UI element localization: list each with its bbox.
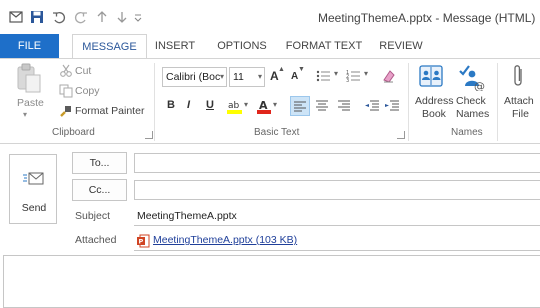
send-label: Send bbox=[21, 202, 47, 214]
subject-label: Subject bbox=[75, 210, 111, 222]
cc-field[interactable] bbox=[134, 180, 540, 200]
subject-field[interactable]: MeetingThemeA.pptx bbox=[134, 207, 540, 226]
window-title: MeetingThemeA.pptx - Message (HTML) bbox=[318, 11, 536, 25]
tab-review[interactable]: REVIEW bbox=[376, 34, 426, 58]
check-names-label-line1[interactable]: Check bbox=[456, 95, 486, 107]
send-button[interactable]: Send bbox=[9, 154, 57, 224]
paste-label[interactable]: Paste bbox=[17, 97, 44, 109]
redo-icon[interactable] bbox=[74, 10, 88, 24]
increase-indent-icon[interactable] bbox=[383, 96, 401, 117]
font-name-value: Calibri (Boc bbox=[166, 71, 221, 83]
group-divider bbox=[408, 63, 409, 141]
bullets-icon[interactable] bbox=[316, 69, 334, 86]
check-names-icon[interactable]: @ bbox=[458, 63, 486, 94]
customize-qat-icon[interactable] bbox=[134, 10, 142, 24]
copy-icon[interactable] bbox=[59, 84, 73, 101]
tab-options[interactable]: OPTIONS bbox=[210, 34, 274, 58]
paste-icon[interactable] bbox=[14, 63, 44, 95]
numbering-icon[interactable]: 123 bbox=[346, 69, 364, 86]
svg-text:ab: ab bbox=[228, 101, 240, 111]
undo-icon[interactable] bbox=[52, 10, 66, 24]
ribbon-tabs: FILE MESSAGE INSERT OPTIONS FORMAT TEXT … bbox=[0, 34, 540, 59]
font-size-value: 11 bbox=[233, 71, 244, 83]
grow-font-caret-icon: ▲ bbox=[278, 66, 285, 73]
up-arrow-icon[interactable] bbox=[97, 10, 107, 24]
svg-text:@: @ bbox=[474, 80, 485, 91]
chevron-down-icon: ▾ bbox=[257, 72, 262, 81]
highlight-icon[interactable]: ab bbox=[226, 97, 244, 118]
paste-dropdown-icon[interactable]: ▾ bbox=[23, 110, 27, 119]
tab-format-text[interactable]: FORMAT TEXT bbox=[282, 34, 366, 58]
group-divider bbox=[497, 63, 498, 141]
basic-text-launcher-icon[interactable] bbox=[397, 131, 405, 139]
underline-button[interactable]: U bbox=[206, 99, 214, 111]
font-name-combo[interactable]: Calibri (Boc ▾ bbox=[162, 67, 227, 87]
paperclip-icon[interactable] bbox=[512, 63, 526, 92]
clipboard-group-label: Clipboard bbox=[52, 127, 95, 138]
cc-button[interactable]: Cc... bbox=[72, 179, 127, 201]
save-icon[interactable] bbox=[30, 10, 44, 24]
group-divider bbox=[154, 63, 155, 141]
attach-file-label-line2[interactable]: File bbox=[512, 108, 529, 120]
address-book-label-line2[interactable]: Book bbox=[422, 108, 446, 120]
align-center-icon[interactable] bbox=[313, 96, 331, 117]
svg-text:3: 3 bbox=[346, 78, 349, 83]
highlight-dropdown-icon[interactable]: ▾ bbox=[244, 100, 248, 109]
send-icon bbox=[23, 170, 45, 191]
italic-button[interactable]: I bbox=[187, 99, 190, 111]
format-painter-icon[interactable] bbox=[59, 104, 73, 121]
address-book-label-line1[interactable]: Address bbox=[415, 95, 454, 107]
tab-insert[interactable]: INSERT bbox=[149, 34, 201, 58]
chevron-down-icon: ▾ bbox=[219, 72, 224, 81]
attachment-row: P MeetingThemeA.pptx (103 KB) bbox=[134, 231, 540, 251]
ribbon: Paste ▾ Cut Copy Format Painter Clipboar… bbox=[0, 58, 540, 144]
address-book-icon[interactable] bbox=[418, 63, 444, 92]
copy-label[interactable]: Copy bbox=[75, 85, 100, 97]
down-arrow-icon[interactable] bbox=[117, 10, 127, 24]
bold-button[interactable]: B bbox=[167, 99, 175, 111]
to-button[interactable]: To... bbox=[72, 152, 127, 174]
cut-label[interactable]: Cut bbox=[75, 65, 91, 77]
message-body[interactable] bbox=[3, 255, 540, 308]
numbering-dropdown-icon[interactable]: ▾ bbox=[364, 69, 368, 78]
attached-label: Attached bbox=[75, 234, 117, 246]
font-color-dropdown-icon[interactable]: ▾ bbox=[273, 100, 277, 109]
outlook-icon[interactable] bbox=[9, 10, 23, 24]
tab-message[interactable]: MESSAGE bbox=[72, 34, 147, 59]
clipboard-launcher-icon[interactable] bbox=[145, 131, 153, 139]
format-painter-label[interactable]: Format Painter bbox=[75, 105, 144, 117]
font-color-icon[interactable]: A bbox=[256, 97, 272, 118]
basic-text-group-label: Basic Text bbox=[254, 127, 300, 138]
clear-formatting-icon[interactable] bbox=[381, 68, 397, 87]
bullets-dropdown-icon[interactable]: ▾ bbox=[334, 69, 338, 78]
names-group-label: Names bbox=[451, 127, 483, 138]
check-names-label-line2[interactable]: Names bbox=[456, 108, 489, 120]
decrease-indent-icon[interactable] bbox=[363, 96, 381, 117]
tab-file[interactable]: FILE bbox=[0, 34, 59, 58]
attachment-link[interactable]: MeetingThemeA.pptx (103 KB) bbox=[153, 234, 297, 246]
shrink-font-caret-icon: ▼ bbox=[298, 66, 305, 73]
compose-area: Send To... Cc... Subject MeetingThemeA.p… bbox=[0, 145, 540, 308]
cut-icon[interactable] bbox=[59, 64, 73, 81]
svg-text:P: P bbox=[139, 238, 144, 246]
font-size-combo[interactable]: 11 ▾ bbox=[229, 67, 265, 87]
attach-file-label-line1[interactable]: Attach bbox=[504, 95, 534, 107]
title-bar: MeetingThemeA.pptx - Message (HTML) bbox=[0, 0, 540, 34]
align-right-icon[interactable] bbox=[335, 96, 353, 117]
align-left-button[interactable] bbox=[290, 96, 310, 116]
to-field[interactable] bbox=[134, 153, 540, 173]
pptx-file-icon: P bbox=[136, 234, 150, 251]
